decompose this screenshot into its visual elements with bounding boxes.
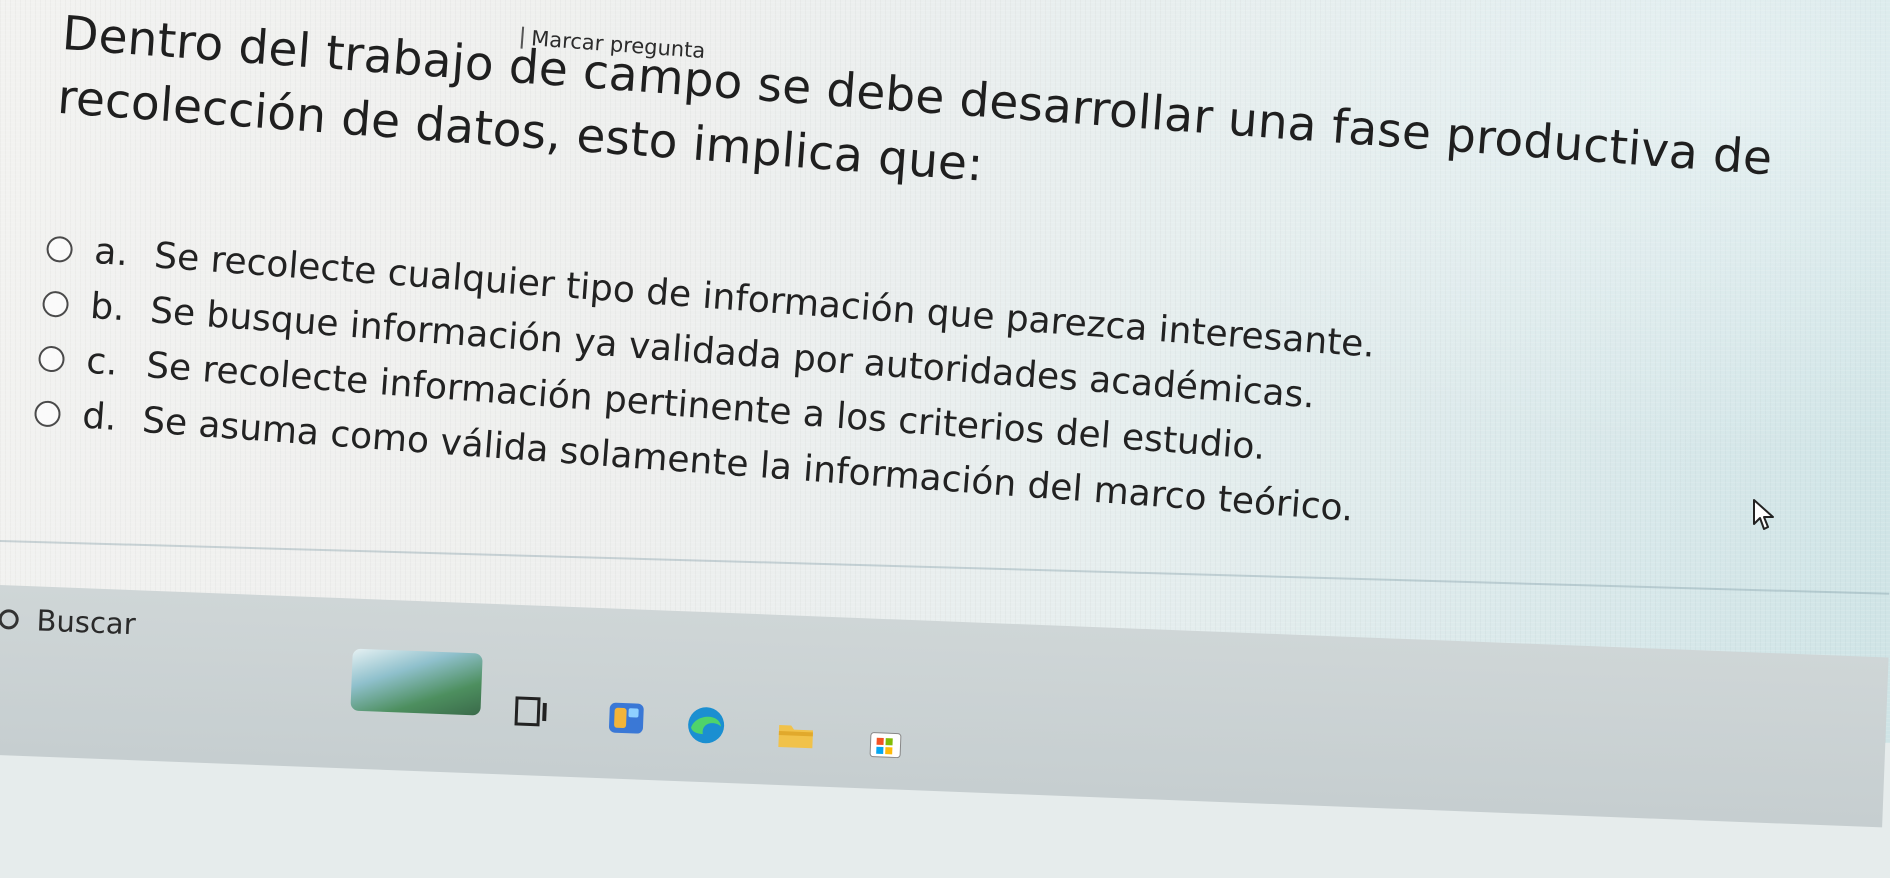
file-explorer-icon[interactable] xyxy=(774,713,818,757)
radio-a[interactable] xyxy=(45,234,74,263)
mouse-cursor-icon xyxy=(1753,499,1774,530)
option-letter: d. xyxy=(80,395,119,439)
radio-c[interactable] xyxy=(37,344,66,373)
option-letter: c. xyxy=(84,340,120,384)
edge-icon[interactable] xyxy=(684,703,728,747)
option-letter: a. xyxy=(93,230,130,275)
widgets-icon[interactable] xyxy=(605,696,649,740)
radio-d[interactable] xyxy=(33,399,62,428)
task-view-icon[interactable] xyxy=(510,690,554,734)
radio-b[interactable] xyxy=(41,289,70,318)
search-highlight-thumbnail[interactable] xyxy=(350,648,483,716)
store-icon[interactable] xyxy=(864,720,908,764)
search-label: Buscar xyxy=(36,603,137,642)
search-icon xyxy=(0,608,20,630)
option-letter: b. xyxy=(89,285,127,330)
taskbar-search[interactable]: Buscar xyxy=(0,587,360,665)
